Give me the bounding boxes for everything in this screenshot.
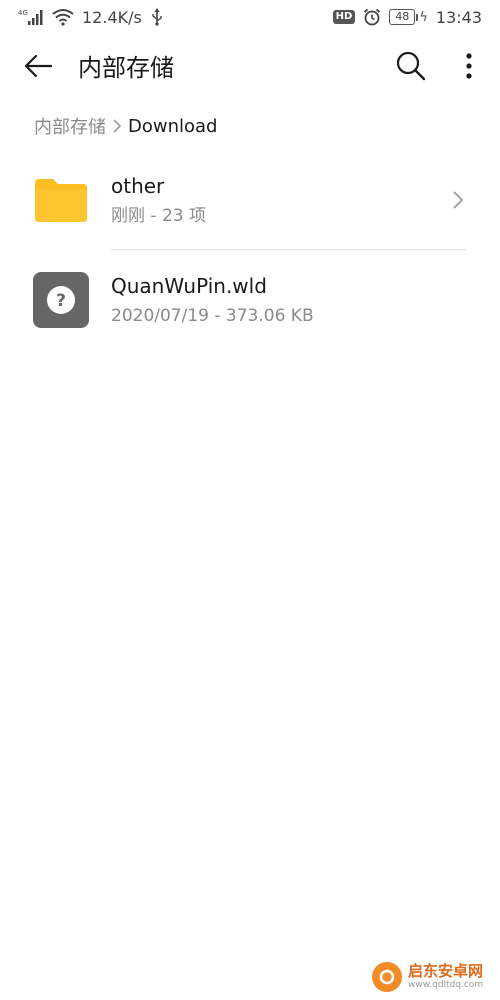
watermark-logo-icon: [372, 962, 402, 992]
usb-icon: [150, 8, 164, 26]
search-button[interactable]: [392, 50, 430, 86]
status-bar: 4G 12.4K/s HD 48 ϟ 13:43: [0, 0, 500, 34]
signal-icon: 4G: [18, 8, 44, 26]
back-button[interactable]: [20, 52, 56, 84]
battery-tip: [416, 13, 419, 21]
watermark-title: 启东安卓网: [408, 962, 484, 980]
list-item-folder-other[interactable]: other 刚刚 - 23 项: [0, 150, 500, 250]
search-icon: [395, 50, 427, 86]
app-bar: 内部存储: [0, 40, 500, 96]
back-arrow-icon: [23, 54, 53, 82]
network-type-label: 4G: [18, 9, 28, 17]
network-speed: 12.4K/s: [82, 7, 142, 27]
charging-icon: ϟ: [419, 9, 428, 25]
watermark-url: www.qdltdq.com: [408, 980, 484, 990]
chevron-right-icon: [112, 118, 122, 134]
file-list: other 刚刚 - 23 项 ? QuanWuPin.wld 2020/07/…: [0, 150, 500, 350]
page-title: 内部存储: [78, 54, 174, 82]
breadcrumb-current: Download: [128, 115, 218, 137]
file-name: other: [111, 174, 165, 198]
folder-icon: [33, 172, 89, 228]
unknown-file-icon: ?: [33, 272, 89, 328]
watermark-text: 启东安卓网 www.qdltdq.com: [408, 964, 483, 990]
file-name: QuanWuPin.wld: [111, 274, 267, 298]
chevron-right-icon: [448, 188, 468, 212]
alarm-icon: [363, 8, 381, 26]
battery-icon: 48 ϟ: [389, 9, 428, 25]
list-item-file-quanwupin[interactable]: ? QuanWuPin.wld 2020/07/19 - 373.06 KB: [0, 250, 500, 350]
status-bar-left: 4G 12.4K/s: [18, 8, 164, 27]
wifi-icon: [52, 8, 74, 26]
svg-text:?: ?: [56, 291, 66, 311]
status-bar-right: HD 48 ϟ 13:43: [332, 7, 482, 27]
battery-level: 48: [389, 9, 416, 25]
watermark: 启东安卓网 www.qdltdq.com: [372, 962, 483, 992]
clock: 13:43: [435, 7, 482, 27]
file-meta: 2020/07/19 - 373.06 KB: [111, 306, 314, 326]
file-meta: 刚刚 - 23 项: [111, 206, 206, 226]
more-options-button[interactable]: [452, 50, 486, 86]
more-vertical-icon: [465, 52, 473, 84]
hd-icon: HD: [332, 10, 356, 24]
breadcrumb: 内部存储 Download: [34, 113, 217, 139]
breadcrumb-root[interactable]: 内部存储: [34, 113, 106, 139]
